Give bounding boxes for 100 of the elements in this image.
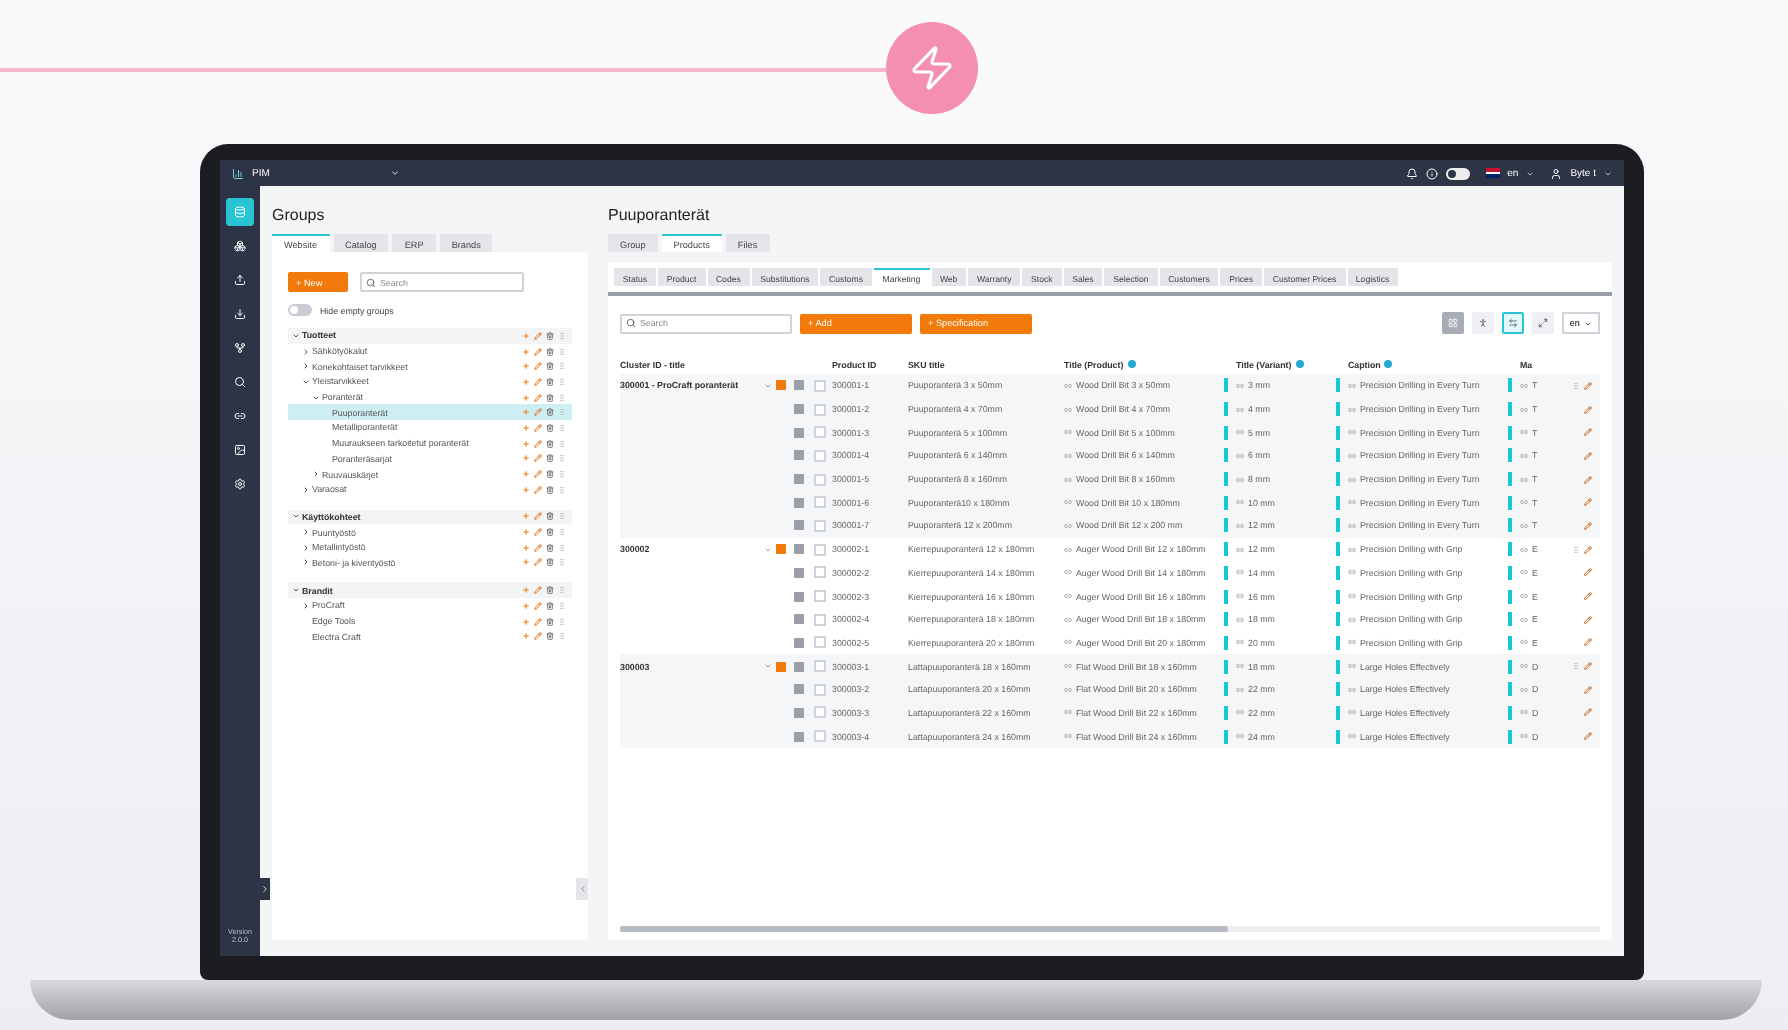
plus-icon[interactable] (522, 393, 530, 402)
info-icon[interactable] (1425, 167, 1438, 179)
pencil-icon[interactable] (534, 558, 542, 567)
trash-icon[interactable] (546, 558, 554, 567)
trash-icon[interactable] (546, 454, 554, 463)
plus-icon[interactable] (522, 331, 530, 340)
pencil-icon[interactable] (534, 408, 542, 417)
collapse-panel-button[interactable] (576, 878, 588, 900)
row-checkbox[interactable] (814, 590, 826, 603)
row-checkbox[interactable] (814, 519, 826, 532)
row-checkbox[interactable] (814, 403, 826, 416)
variant-icon[interactable] (794, 520, 804, 531)
row-checkbox[interactable] (814, 543, 826, 556)
variant-icon[interactable] (794, 404, 804, 415)
pencil-icon[interactable] (534, 617, 542, 626)
trash-icon[interactable] (546, 632, 554, 641)
pencil-icon[interactable] (1584, 615, 1592, 624)
pencil-icon[interactable] (1584, 708, 1592, 717)
row-checkbox[interactable] (814, 496, 826, 509)
variant-icon[interactable] (794, 474, 804, 485)
pencil-icon[interactable] (534, 512, 542, 521)
pencil-icon[interactable] (534, 347, 542, 356)
pencil-icon[interactable] (1584, 732, 1592, 741)
caret-icon[interactable] (389, 168, 400, 178)
variant-icon[interactable] (794, 591, 804, 602)
cluster-icon[interactable] (776, 661, 786, 672)
row-checkbox[interactable] (814, 636, 826, 649)
trash-icon[interactable] (546, 439, 554, 448)
pencil-icon[interactable] (1584, 405, 1592, 414)
scrollbar[interactable] (620, 926, 1600, 932)
plus-icon[interactable] (522, 586, 530, 595)
pencil-icon[interactable] (534, 470, 542, 479)
plus-icon[interactable] (522, 617, 530, 626)
trash-icon[interactable] (546, 512, 554, 521)
pencil-icon[interactable] (534, 632, 542, 641)
pencil-icon[interactable] (1584, 568, 1592, 577)
trash-icon[interactable] (546, 485, 554, 494)
plus-icon[interactable] (522, 601, 530, 610)
pencil-icon[interactable] (534, 485, 542, 494)
pencil-icon[interactable] (534, 393, 542, 402)
pencil-icon[interactable] (534, 331, 542, 340)
row-checkbox[interactable] (814, 449, 826, 462)
trash-icon[interactable] (546, 543, 554, 552)
variant-icon[interactable] (794, 544, 804, 555)
row-checkbox[interactable] (814, 473, 826, 486)
plus-icon[interactable] (522, 632, 530, 641)
variant-icon[interactable] (794, 614, 804, 625)
flag-icon[interactable] (1485, 168, 1500, 178)
toggle-switch[interactable] (288, 304, 312, 316)
pencil-icon[interactable] (1584, 545, 1592, 554)
trash-icon[interactable] (546, 601, 554, 610)
row-checkbox[interactable] (814, 426, 826, 439)
bell-icon[interactable] (1405, 167, 1418, 179)
user-icon[interactable] (1550, 167, 1563, 179)
trash-icon[interactable] (546, 408, 554, 417)
row-checkbox[interactable] (814, 379, 826, 392)
plus-icon[interactable] (522, 423, 530, 432)
pencil-icon[interactable] (534, 454, 542, 463)
row-checkbox[interactable] (814, 613, 826, 626)
variant-icon[interactable] (794, 427, 804, 438)
pencil-icon[interactable] (534, 362, 542, 371)
pencil-icon[interactable] (534, 543, 542, 552)
variant-icon[interactable] (794, 497, 804, 508)
trash-icon[interactable] (546, 362, 554, 371)
pencil-icon[interactable] (1584, 475, 1592, 484)
plus-icon[interactable] (522, 528, 530, 537)
row-checkbox[interactable] (814, 730, 826, 743)
pencil-icon[interactable] (1584, 662, 1592, 671)
variant-icon[interactable] (794, 707, 804, 718)
variant-icon[interactable] (794, 637, 804, 648)
pencil-icon[interactable] (1584, 638, 1592, 647)
plus-icon[interactable] (522, 558, 530, 567)
cluster-icon[interactable] (776, 380, 786, 391)
pencil-icon[interactable] (1584, 521, 1592, 530)
variant-icon[interactable] (794, 450, 804, 461)
trash-icon[interactable] (546, 423, 554, 432)
plus-icon[interactable] (522, 408, 530, 417)
pencil-icon[interactable] (1584, 685, 1592, 694)
person-view-button[interactable] (1471, 312, 1494, 334)
theme-toggle[interactable] (1445, 167, 1470, 179)
plus-icon[interactable] (522, 543, 530, 552)
trash-icon[interactable] (546, 617, 554, 626)
pencil-icon[interactable] (534, 528, 542, 537)
variant-icon[interactable] (794, 731, 804, 742)
plus-icon[interactable] (522, 377, 530, 386)
trash-icon[interactable] (546, 347, 554, 356)
trash-icon[interactable] (546, 470, 554, 479)
plus-icon[interactable] (522, 470, 530, 479)
pencil-icon[interactable] (1584, 592, 1592, 601)
pencil-icon[interactable] (1584, 381, 1592, 390)
pencil-icon[interactable] (534, 439, 542, 448)
plus-icon[interactable] (522, 454, 530, 463)
plus-icon[interactable] (522, 512, 530, 521)
pencil-icon[interactable] (1584, 428, 1592, 437)
trash-icon[interactable] (546, 393, 554, 402)
plus-icon[interactable] (522, 439, 530, 448)
pencil-icon[interactable] (534, 601, 542, 610)
trash-icon[interactable] (546, 377, 554, 386)
pencil-icon[interactable] (1584, 451, 1592, 460)
pencil-icon[interactable] (1584, 498, 1592, 507)
